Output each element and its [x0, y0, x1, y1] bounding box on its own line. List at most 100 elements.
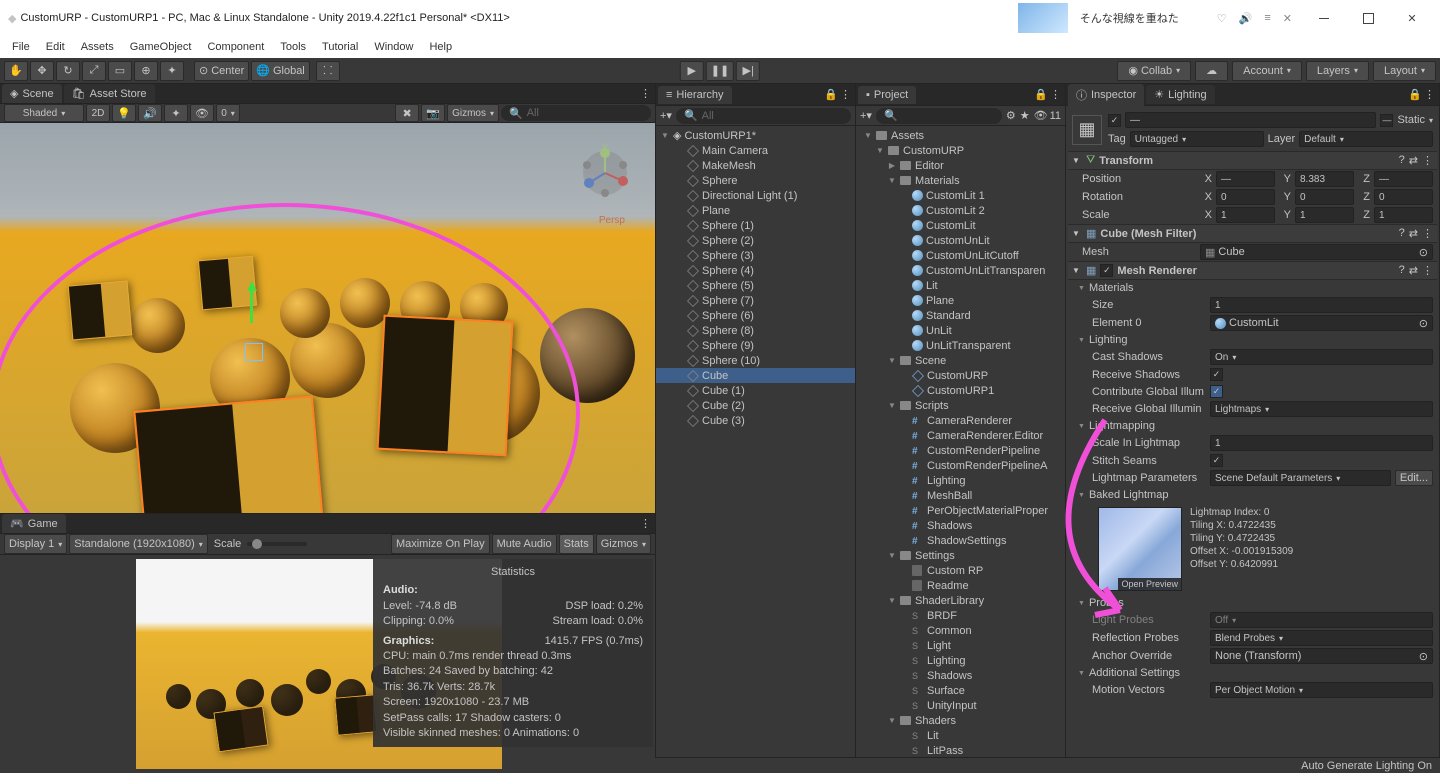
- hierarchy-item[interactable]: Sphere (6): [656, 308, 855, 323]
- name-field[interactable]: —: [1125, 112, 1376, 128]
- collab-button[interactable]: ◉Collab: [1117, 61, 1191, 81]
- project-item[interactable]: Readme: [856, 578, 1065, 593]
- step-button[interactable]: ▶|: [736, 61, 760, 81]
- project-item[interactable]: BRDF: [856, 608, 1065, 623]
- inspector-tab[interactable]: ⓘInspector: [1068, 84, 1144, 106]
- menu-tutorial[interactable]: Tutorial: [316, 39, 364, 55]
- lighting-window-tab[interactable]: ☀Lighting: [1146, 85, 1214, 104]
- hierarchy-item[interactable]: Directional Light (1): [656, 188, 855, 203]
- speaker-icon[interactable]: 🔊: [1239, 12, 1253, 25]
- rect-tool[interactable]: ▭: [108, 61, 132, 81]
- menu-icon[interactable]: ⋮: [1422, 154, 1433, 167]
- project-item[interactable]: ▼Shaders: [856, 713, 1065, 728]
- display-select[interactable]: Display 1: [4, 534, 67, 554]
- audio-toggle[interactable]: 🔊: [138, 104, 162, 122]
- mute-toggle[interactable]: Mute Audio: [492, 534, 557, 554]
- menu-window[interactable]: Window: [368, 39, 419, 55]
- project-item[interactable]: CustomUnLitTransparen: [856, 263, 1065, 278]
- orientation-gizmo[interactable]: y: [575, 143, 635, 203]
- cloud-button[interactable]: ☁: [1195, 61, 1228, 81]
- maximize-toggle[interactable]: Maximize On Play: [391, 534, 490, 554]
- scene-tab[interactable]: ◈Scene: [2, 84, 62, 103]
- project-item[interactable]: ▼Materials: [856, 173, 1065, 188]
- hierarchy-item[interactable]: Sphere (3): [656, 248, 855, 263]
- scene-root[interactable]: ▼◈CustomURP1*: [656, 128, 855, 143]
- grid-toggle[interactable]: ✖: [395, 104, 419, 122]
- renderer-enable[interactable]: [1100, 264, 1113, 277]
- project-item[interactable]: Lighting: [856, 473, 1065, 488]
- game-gizmos[interactable]: Gizmos: [596, 534, 651, 554]
- project-item[interactable]: CustomUnLitCutoff: [856, 248, 1065, 263]
- receive-shadows[interactable]: [1210, 368, 1223, 381]
- hidden-icon[interactable]: 👁11: [1034, 109, 1061, 122]
- help-icon[interactable]: ?: [1399, 154, 1405, 167]
- project-item[interactable]: Lit: [856, 728, 1065, 743]
- baked-header[interactable]: Baked Lightmap: [1068, 487, 1437, 503]
- fav-icon[interactable]: ★: [1020, 109, 1030, 122]
- project-item[interactable]: CustomLit 2: [856, 203, 1065, 218]
- scale-tool[interactable]: ⤢: [82, 61, 106, 81]
- hierarchy-item[interactable]: Sphere (8): [656, 323, 855, 338]
- project-item[interactable]: Standard: [856, 308, 1065, 323]
- gizmos-toggle[interactable]: Gizmos: [447, 104, 499, 122]
- hierarchy-item[interactable]: Sphere (7): [656, 293, 855, 308]
- project-item[interactable]: UnityInput: [856, 698, 1065, 713]
- cast-shadows[interactable]: On: [1210, 349, 1433, 365]
- scene-viewport[interactable]: y Persp: [0, 123, 655, 513]
- scale-lightmap[interactable]: 1: [1210, 435, 1433, 451]
- project-item[interactable]: MeshBall: [856, 488, 1065, 503]
- lighting-header[interactable]: Lighting: [1068, 332, 1437, 348]
- contribute-gi[interactable]: [1210, 385, 1223, 398]
- mode-2d[interactable]: 2D: [86, 104, 110, 122]
- scene-search[interactable]: 🔍All: [501, 105, 651, 121]
- camera-toggle[interactable]: 📷: [421, 104, 445, 122]
- scale-y[interactable]: 1: [1295, 207, 1354, 223]
- project-item[interactable]: CustomURP1: [856, 383, 1065, 398]
- project-item[interactable]: ▼Settings: [856, 548, 1065, 563]
- mat-size[interactable]: 1: [1210, 297, 1433, 313]
- hierarchy-item[interactable]: Cube (2): [656, 398, 855, 413]
- receive-gi[interactable]: Lightmaps: [1210, 401, 1433, 417]
- project-item[interactable]: Shadows: [856, 668, 1065, 683]
- hierarchy-item[interactable]: Main Camera: [656, 143, 855, 158]
- hierarchy-search[interactable]: 🔍All: [676, 108, 851, 124]
- project-item[interactable]: Light: [856, 638, 1065, 653]
- project-item[interactable]: CustomRenderPipeline: [856, 443, 1065, 458]
- hierarchy-item[interactable]: Sphere: [656, 173, 855, 188]
- account-button[interactable]: Account: [1232, 61, 1302, 81]
- pos-y[interactable]: 8.383: [1295, 171, 1354, 187]
- hierarchy-item[interactable]: Plane: [656, 203, 855, 218]
- project-item[interactable]: ▼Assets: [856, 128, 1065, 143]
- light-probes[interactable]: Off: [1210, 612, 1433, 628]
- project-item[interactable]: PerObjectMaterialProper: [856, 503, 1065, 518]
- hierarchy-item[interactable]: Cube (1): [656, 383, 855, 398]
- project-item[interactable]: UnLitTransparent: [856, 338, 1065, 353]
- hierarchy-item[interactable]: Sphere (10): [656, 353, 855, 368]
- project-tab[interactable]: ▪Project: [858, 86, 916, 104]
- project-item[interactable]: Shadows: [856, 518, 1065, 533]
- menu-help[interactable]: Help: [423, 39, 458, 55]
- probes-header[interactable]: Probes: [1068, 595, 1437, 611]
- hierarchy-item[interactable]: Sphere (1): [656, 218, 855, 233]
- menu-gameobject[interactable]: GameObject: [124, 39, 198, 55]
- close-button[interactable]: [1392, 4, 1432, 32]
- stitch-seams[interactable]: [1210, 454, 1223, 467]
- filter-icon[interactable]: ⚙: [1006, 109, 1016, 122]
- project-item[interactable]: UnLit: [856, 323, 1065, 338]
- hierarchy-item[interactable]: Cube (3): [656, 413, 855, 428]
- minimize-button[interactable]: [1304, 4, 1344, 32]
- project-item[interactable]: CustomLit 1: [856, 188, 1065, 203]
- hierarchy-item[interactable]: Cube: [656, 368, 855, 383]
- custom-tool[interactable]: ✦: [160, 61, 184, 81]
- scale-slider[interactable]: [247, 542, 307, 546]
- add-icon[interactable]: +▾: [660, 109, 672, 122]
- project-item[interactable]: ▼CustomURP: [856, 143, 1065, 158]
- anchor-override[interactable]: None (Transform)⊙: [1210, 648, 1433, 664]
- insp-menu-icon[interactable]: ⋮: [1424, 88, 1435, 101]
- project-item[interactable]: Custom RP: [856, 563, 1065, 578]
- hier-lock-icon[interactable]: 🔒: [824, 88, 838, 101]
- project-search[interactable]: 🔍: [876, 108, 1002, 124]
- menu-edit[interactable]: Edit: [40, 39, 71, 55]
- move-tool[interactable]: ✥: [30, 61, 54, 81]
- motion-vectors[interactable]: Per Object Motion: [1210, 682, 1433, 698]
